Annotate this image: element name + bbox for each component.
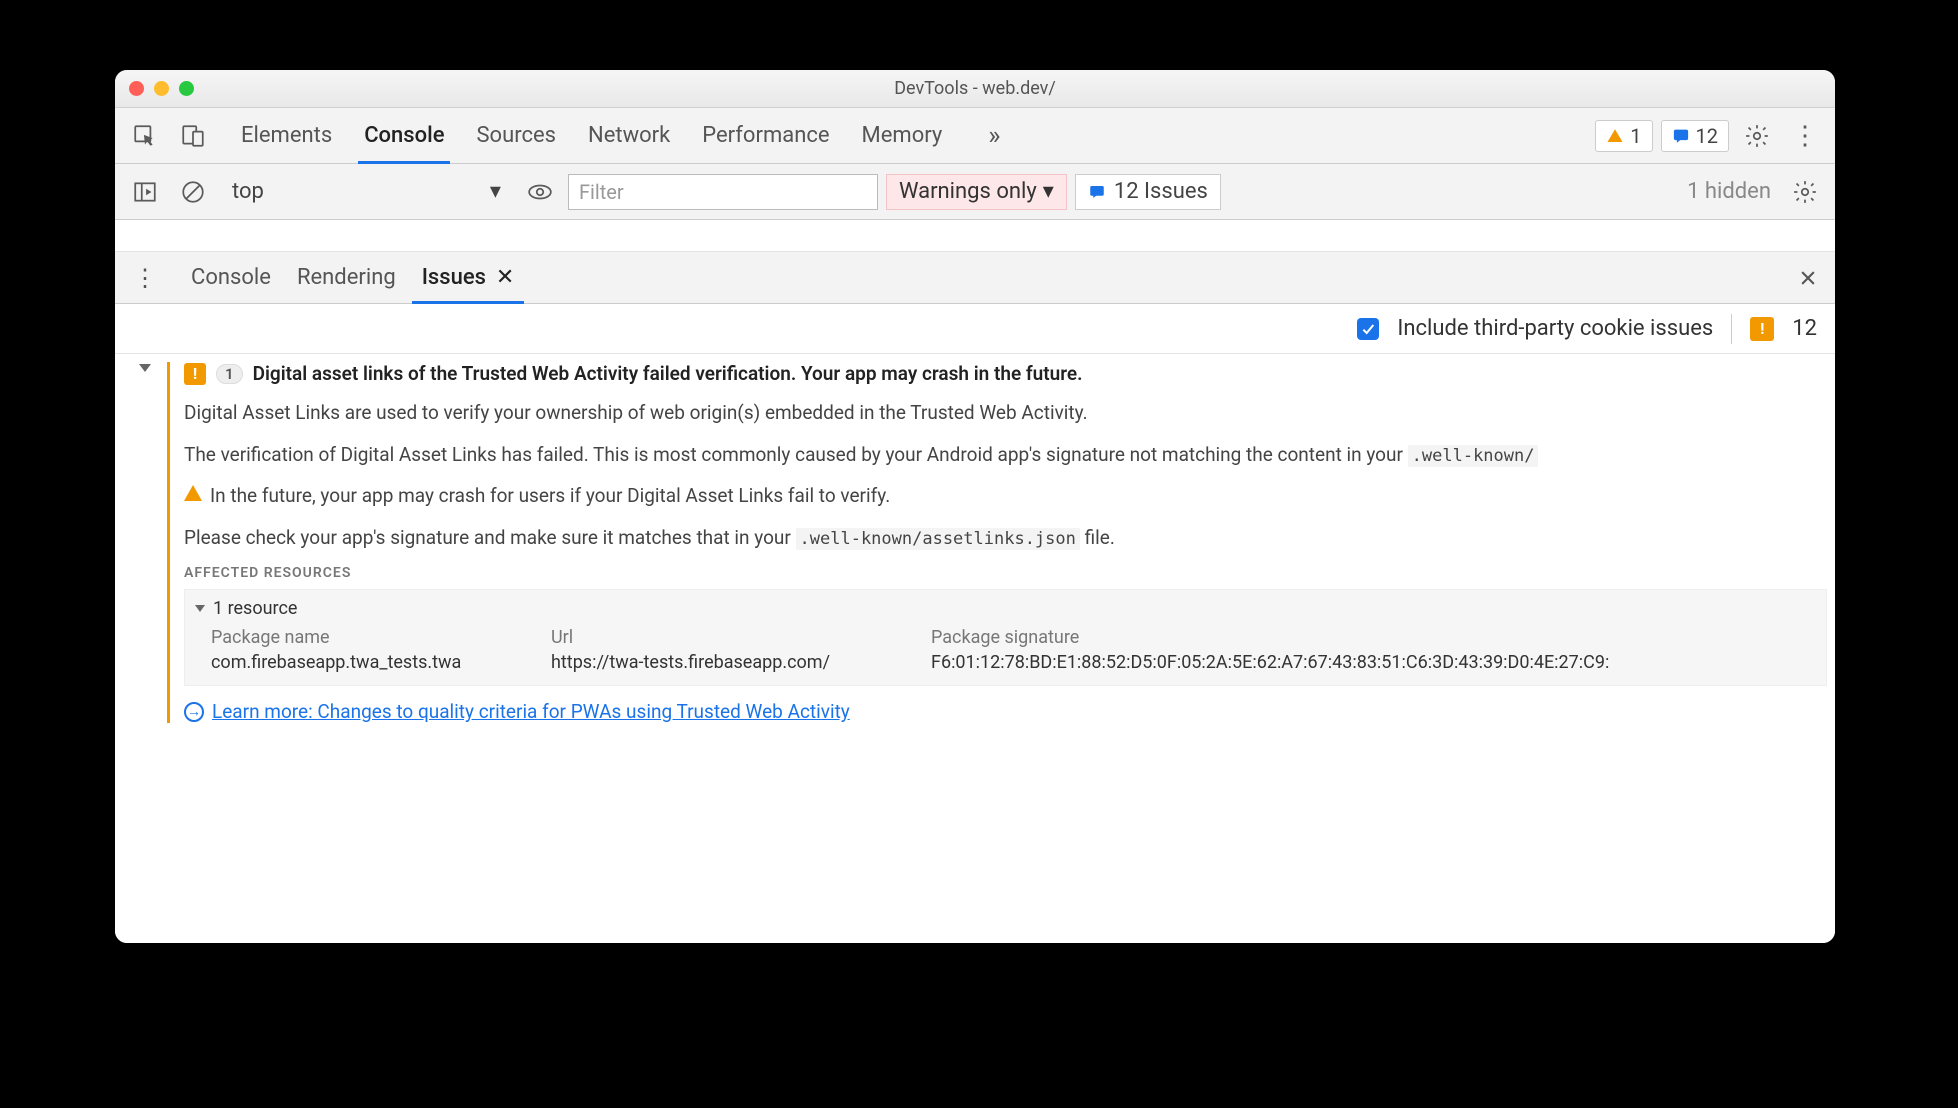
learn-more-row: → Learn more: Changes to quality criteri…	[184, 700, 1827, 723]
close-tab-icon[interactable]: ✕	[496, 265, 514, 290]
close-window-button[interactable]	[129, 81, 144, 96]
affected-resources-label: AFFECTED RESOURCES	[184, 565, 1827, 581]
table-header: Package name	[211, 627, 531, 648]
inspect-element-icon[interactable]	[125, 116, 165, 156]
tab-memory[interactable]: Memory	[862, 108, 943, 163]
titlebar: DevTools - web.dev/	[115, 70, 1835, 108]
code-snippet: .well-known/assetlinks.json	[796, 528, 1080, 550]
external-link-icon: →	[184, 702, 204, 722]
issues-button-label: 12 Issues	[1114, 179, 1208, 204]
tab-performance[interactable]: Performance	[702, 108, 829, 163]
table-cell-package: com.firebaseapp.twa_tests.twa	[211, 652, 531, 673]
resources-toggle-label: 1 resource	[213, 598, 297, 619]
device-toolbar-icon[interactable]	[173, 116, 213, 156]
issue-warning-row: In the future, your app may crash for us…	[184, 482, 1827, 510]
kebab-menu-icon[interactable]: ⋮	[1785, 116, 1825, 156]
drawer-tab-console[interactable]: Console	[191, 252, 271, 303]
issue-paragraph: Digital Asset Links are used to verify y…	[184, 399, 1827, 427]
issue-warning-text: In the future, your app may crash for us…	[210, 482, 890, 510]
code-snippet: .well-known/	[1408, 445, 1539, 467]
issues-content: 1 Digital asset links of the Trusted Web…	[115, 354, 1835, 943]
context-value: top	[232, 179, 264, 204]
chevron-down-icon: ▾	[490, 179, 501, 204]
learn-more-link[interactable]: Learn more: Changes to quality criteria …	[212, 700, 850, 723]
drawer-kebab-icon[interactable]: ⋮	[125, 258, 165, 298]
chevron-down-icon: ▾	[1043, 179, 1054, 204]
table-cell-signature: F6:01:12:78:BD:E1:88:52:D5:0F:05:2A:5E:6…	[931, 652, 1816, 673]
text: Please check your app's signature and ma…	[184, 526, 796, 549]
warnings-badge[interactable]: 1	[1595, 120, 1652, 152]
issues-count: 12	[1696, 124, 1718, 148]
zoom-window-button[interactable]	[179, 81, 194, 96]
issue-item: 1 Digital asset links of the Trusted Web…	[115, 354, 1835, 735]
devtools-window: DevTools - web.dev/ Elements Console Sou…	[115, 70, 1835, 943]
tab-console[interactable]: Console	[364, 108, 444, 163]
drawer-tab-rendering[interactable]: Rendering	[297, 252, 396, 303]
issue-paragraph: The verification of Digital Asset Links …	[184, 441, 1827, 469]
open-issues-button[interactable]: 12 Issues	[1075, 174, 1221, 210]
drawer-tab-issues[interactable]: Issues ✕	[422, 252, 515, 303]
minimize-window-button[interactable]	[154, 81, 169, 96]
settings-gear-icon[interactable]	[1737, 116, 1777, 156]
context-selector[interactable]: top ▾	[221, 174, 512, 210]
issue-body: 1 Digital asset links of the Trusted Web…	[167, 362, 1827, 723]
filter-input[interactable]: Filter	[568, 174, 878, 210]
clear-console-icon[interactable]	[173, 172, 213, 212]
resources-table: Package name Url Package signature com.f…	[195, 627, 1816, 673]
filter-placeholder: Filter	[579, 180, 624, 204]
close-drawer-icon[interactable]	[1791, 261, 1825, 295]
issue-title: Digital asset links of the Trusted Web A…	[253, 362, 1083, 385]
issues-total: 12	[1792, 316, 1817, 341]
issue-occurrence-count: 1	[216, 364, 243, 384]
text: The verification of Digital Asset Links …	[184, 443, 1408, 466]
collapse-toggle-icon[interactable]	[139, 364, 151, 372]
main-tabs: Elements Console Sources Network Perform…	[241, 108, 1014, 163]
third-party-label: Include third-party cookie issues	[1397, 316, 1713, 341]
console-settings-gear-icon[interactable]	[1785, 172, 1825, 212]
third-party-checkbox[interactable]	[1357, 318, 1379, 340]
table-cell-url: https://twa-tests.firebaseapp.com/	[551, 652, 911, 673]
warnings-count: 1	[1630, 124, 1641, 148]
hidden-count: 1 hidden	[1687, 179, 1771, 204]
drawer-toolbar: ⋮ Console Rendering Issues ✕	[115, 252, 1835, 304]
tab-sources[interactable]: Sources	[476, 108, 556, 163]
main-toolbar: Elements Console Sources Network Perform…	[115, 108, 1835, 164]
live-expression-icon[interactable]	[520, 172, 560, 212]
warning-triangle-icon	[184, 485, 202, 501]
window-title: DevTools - web.dev/	[115, 78, 1835, 99]
issue-gutter[interactable]	[123, 362, 167, 723]
divider	[1731, 314, 1732, 344]
tab-network[interactable]: Network	[588, 108, 670, 163]
collapse-toggle-icon	[195, 605, 205, 612]
traffic-lights	[129, 81, 194, 96]
issues-badge[interactable]: 12	[1661, 120, 1729, 152]
issue-paragraph: Please check your app's signature and ma…	[184, 524, 1827, 552]
console-output-area	[115, 220, 1835, 252]
affected-resources-block: 1 resource Package name Url Package sign…	[184, 589, 1827, 686]
issues-options-bar: Include third-party cookie issues 12	[115, 304, 1835, 354]
tab-elements[interactable]: Elements	[241, 108, 332, 163]
drawer-tab-issues-label: Issues	[422, 265, 486, 290]
log-level-selector[interactable]: Warnings only ▾	[886, 174, 1067, 210]
issues-total-icon	[1750, 317, 1774, 341]
issue-severity-icon	[184, 363, 206, 385]
console-toolbar: top ▾ Filter Warnings only ▾ 12 Issues 1…	[115, 164, 1835, 220]
table-header: Package signature	[931, 627, 1816, 648]
log-level-value: Warnings only	[899, 179, 1037, 204]
resources-toggle[interactable]: 1 resource	[195, 598, 1816, 619]
table-header: Url	[551, 627, 911, 648]
text: file.	[1080, 526, 1115, 549]
more-tabs-icon[interactable]: »	[974, 116, 1014, 156]
issue-header[interactable]: 1 Digital asset links of the Trusted Web…	[184, 362, 1827, 385]
toggle-sidebar-icon[interactable]	[125, 172, 165, 212]
